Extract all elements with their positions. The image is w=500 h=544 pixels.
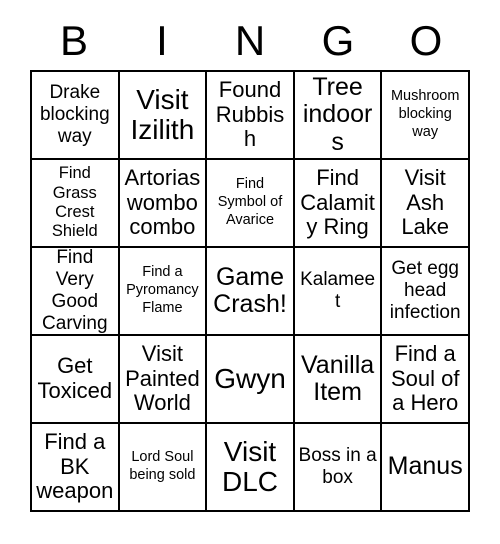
bingo-cell-r3c3[interactable]: Game Crash! (207, 248, 295, 336)
bingo-cell-label: Get Toxiced (37, 353, 113, 403)
bingo-cell-r1c1[interactable]: Drake blocking way (32, 72, 120, 160)
bingo-cell-r5c2[interactable]: Lord Soul being sold (119, 424, 208, 512)
bingo-cell-r1c5[interactable]: Mushroom blocking way (382, 72, 470, 160)
bingo-cell-label: Find Calamity Ring (300, 165, 375, 240)
bingo-cell-label: Visit Izilith (130, 83, 195, 145)
bingo-cell-r5c1[interactable]: Find a BK weapon (32, 424, 120, 512)
bingo-cell-label: Find Very Good Carving (42, 248, 108, 334)
bingo-cell-label: Find Grass Crest Shield (51, 164, 98, 241)
bingo-cell-label: Gwyn (214, 362, 286, 394)
bingo-cell-r5c4[interactable]: Boss in a box (294, 424, 383, 512)
bingo-cell-label: Game Crash! (213, 262, 287, 318)
bingo-cell-r1c3[interactable]: Found Rubbish (207, 72, 295, 160)
bingo-cell-label: Lord Soul being sold (129, 449, 196, 483)
bingo-cell-label: Find a Pyromancy Flame (126, 264, 199, 316)
bingo-cell-r3c1[interactable]: Find Very Good Carving (32, 248, 120, 336)
bingo-cell-label: Drake blocking way (39, 82, 110, 147)
bingo-cell-label: Artorias wombo combo (124, 165, 201, 240)
bingo-header-letter-n: N (234, 17, 266, 64)
bingo-cell-r4c2[interactable]: Visit Painted World (119, 336, 208, 424)
bingo-cell-label: Visit Painted World (125, 341, 200, 416)
bingo-header-letter-g: G (321, 17, 355, 64)
bingo-cell-label: Mushroom blocking way (390, 88, 460, 140)
bingo-cell-label: Find a BK weapon (36, 429, 114, 504)
bingo-cell-label: Find Symbol of Avarice (217, 176, 283, 228)
bingo-cell-r3c4[interactable]: Kalameet (294, 248, 383, 336)
bingo-cell-r3c2[interactable]: Find a Pyromancy Flame (119, 248, 208, 336)
bingo-header-row: B I N G O (30, 12, 470, 70)
bingo-cell-r4c1[interactable]: Get Toxiced (32, 336, 120, 424)
bingo-header-letter-b: B (59, 17, 88, 64)
bingo-cell-r4c5[interactable]: Find a Soul of a Hero (382, 336, 470, 424)
bingo-cell-label: Visit DLC (221, 435, 278, 497)
bingo-cell-label: Manus (387, 452, 463, 481)
bingo-cell-label: Find a Soul of a Hero (390, 341, 460, 416)
bingo-grid: Drake blocking way Visit Izilith Found Rub… (30, 70, 470, 512)
bingo-cell-r2c3[interactable]: Find Symbol of Avarice (207, 160, 295, 248)
bingo-cell-r4c3[interactable]: Gwyn (207, 336, 295, 424)
bingo-cell-r3c5[interactable]: Get egg head infection (382, 248, 470, 336)
bingo-cell-r1c2[interactable]: Visit Izilith (119, 72, 208, 160)
bingo-cell-r2c4[interactable]: Find Calamity Ring (294, 160, 383, 248)
bingo-card: B I N G O Drake blocking way Visit Izilit… (0, 0, 500, 544)
bingo-header-letter-i: I (156, 17, 168, 64)
bingo-cell-r1c4[interactable]: Tree indoors (294, 72, 383, 160)
bingo-cell-r4c4[interactable]: Vanilla Item (294, 336, 383, 424)
bingo-cell-label: Vanilla Item (300, 350, 375, 406)
bingo-cell-label: Boss in a box (298, 445, 377, 488)
bingo-cell-label: Get egg head infection (389, 258, 461, 323)
bingo-cell-r2c2[interactable]: Artorias wombo combo (119, 160, 208, 248)
bingo-cell-r5c5[interactable]: Manus (382, 424, 470, 512)
bingo-header-letter-o: O (409, 17, 443, 64)
bingo-cell-label: Tree indoors (302, 72, 373, 156)
bingo-cell-label: Kalameet (300, 269, 376, 312)
bingo-cell-label: Visit Ash Lake (401, 165, 450, 240)
bingo-cell-r2c1[interactable]: Find Grass Crest Shield (32, 160, 120, 248)
bingo-cell-r5c3[interactable]: Visit DLC (207, 424, 295, 512)
bingo-cell-label: Found Rubbish (215, 77, 285, 152)
bingo-cell-r2c5[interactable]: Visit Ash Lake (382, 160, 470, 248)
